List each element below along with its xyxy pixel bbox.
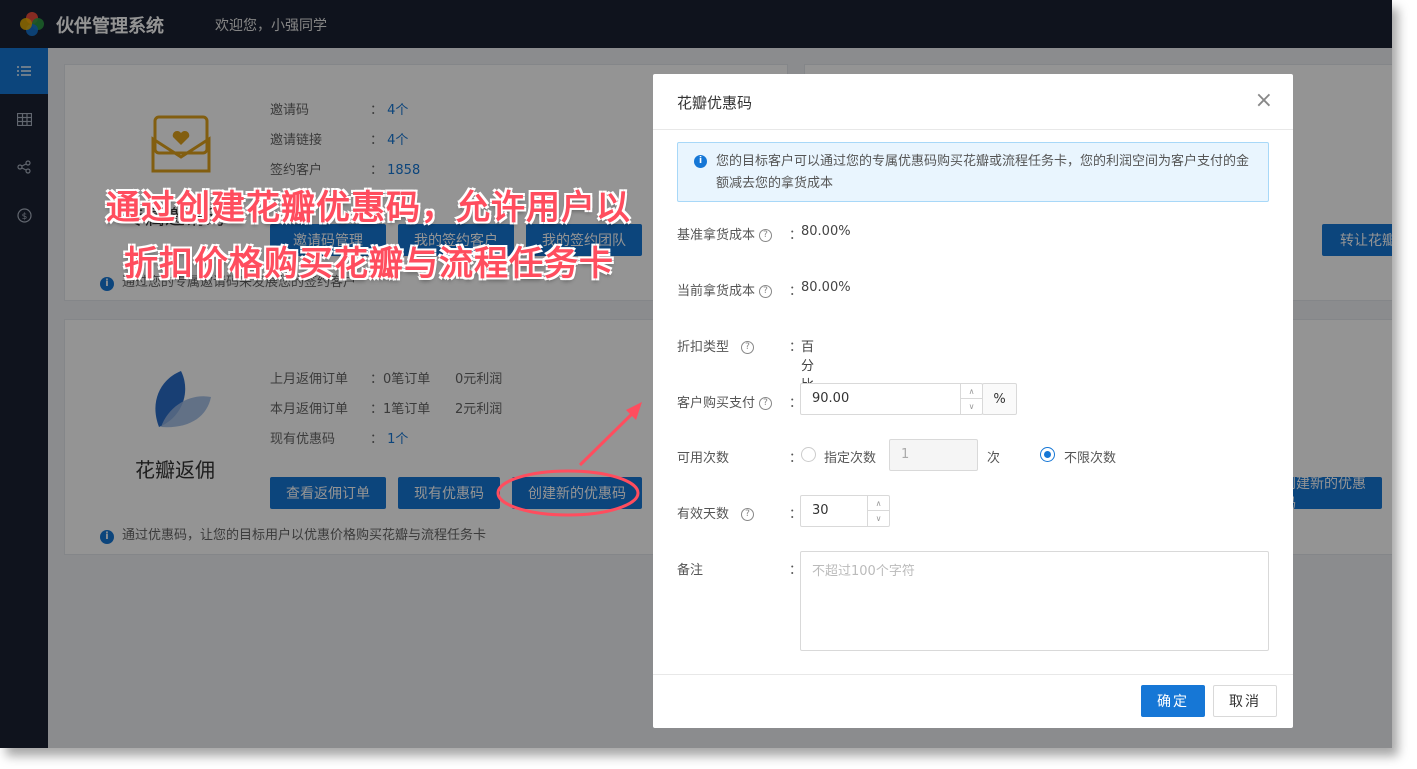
- field-label: 可用次数: [677, 451, 730, 466]
- field-label: 折扣类型?: [677, 336, 755, 355]
- coupon-modal: 花瓣优惠码 × i 您的目标客户可以通过您的专属优惠码购买花瓣或流程任务卡，您的…: [653, 74, 1293, 728]
- help-icon[interactable]: ?: [741, 341, 755, 354]
- cancel-button[interactable]: 取消: [1213, 685, 1277, 717]
- limited-count-label[interactable]: 指定次数: [824, 447, 876, 466]
- unlimited-count-label[interactable]: 不限次数: [1064, 447, 1116, 466]
- field-label: 当前拿货成本?: [677, 280, 773, 299]
- field-label: 基准拿货成本?: [677, 224, 773, 243]
- field-label: 备注: [677, 563, 704, 578]
- info-icon: i: [694, 155, 707, 168]
- decrement-icon[interactable]: ∨: [961, 399, 982, 414]
- modal-title: 花瓣优惠码: [677, 94, 753, 112]
- decrement-icon[interactable]: ∨: [868, 511, 889, 526]
- confirm-button[interactable]: 确定: [1141, 685, 1205, 717]
- number-stepper[interactable]: ∧ ∨: [867, 496, 889, 526]
- percent-unit: %: [982, 383, 1017, 415]
- info-alert: i 您的目标客户可以通过您的专属优惠码购买花瓣或流程任务卡，您的利润空间为客户支…: [677, 142, 1269, 202]
- increment-icon[interactable]: ∧: [868, 496, 889, 511]
- app-window: 伙伴管理系统 欢迎您，小强同学 $ 专属邀请码 邀请码 ： 4个 邀请链接 ： …: [0, 0, 1392, 748]
- valid-days-input[interactable]: 30 ∧ ∨: [800, 495, 890, 527]
- limited-count-input[interactable]: 1: [889, 439, 978, 471]
- number-stepper[interactable]: ∧ ∨: [960, 384, 982, 414]
- remark-textarea[interactable]: 不超过100个字符: [800, 551, 1269, 651]
- modal-header: 花瓣优惠码 ×: [653, 74, 1293, 130]
- field-label: 客户购买支付?: [677, 392, 773, 411]
- count-unit: 次: [987, 451, 1001, 466]
- help-icon[interactable]: ?: [759, 397, 773, 410]
- help-icon[interactable]: ?: [759, 229, 773, 242]
- remark-placeholder: 不超过100个字符: [812, 564, 915, 579]
- help-icon[interactable]: ?: [759, 285, 773, 298]
- modal-footer: 确定 取消: [653, 674, 1293, 728]
- customer-pay-input[interactable]: 90.00 ∧ ∨: [800, 383, 983, 415]
- alert-text: 您的目标客户可以通过您的专属优惠码购买花瓣或流程任务卡，您的利润空间为客户支付的…: [716, 154, 1250, 191]
- close-icon[interactable]: ×: [1255, 88, 1273, 113]
- base-cost-value: 80.00%: [801, 224, 851, 239]
- unlimited-count-radio[interactable]: [1040, 447, 1055, 462]
- current-cost-value: 80.00%: [801, 280, 851, 295]
- help-icon[interactable]: ?: [741, 508, 755, 521]
- field-label: 有效天数?: [677, 503, 755, 522]
- increment-icon[interactable]: ∧: [961, 384, 982, 399]
- limited-count-radio[interactable]: [801, 447, 816, 462]
